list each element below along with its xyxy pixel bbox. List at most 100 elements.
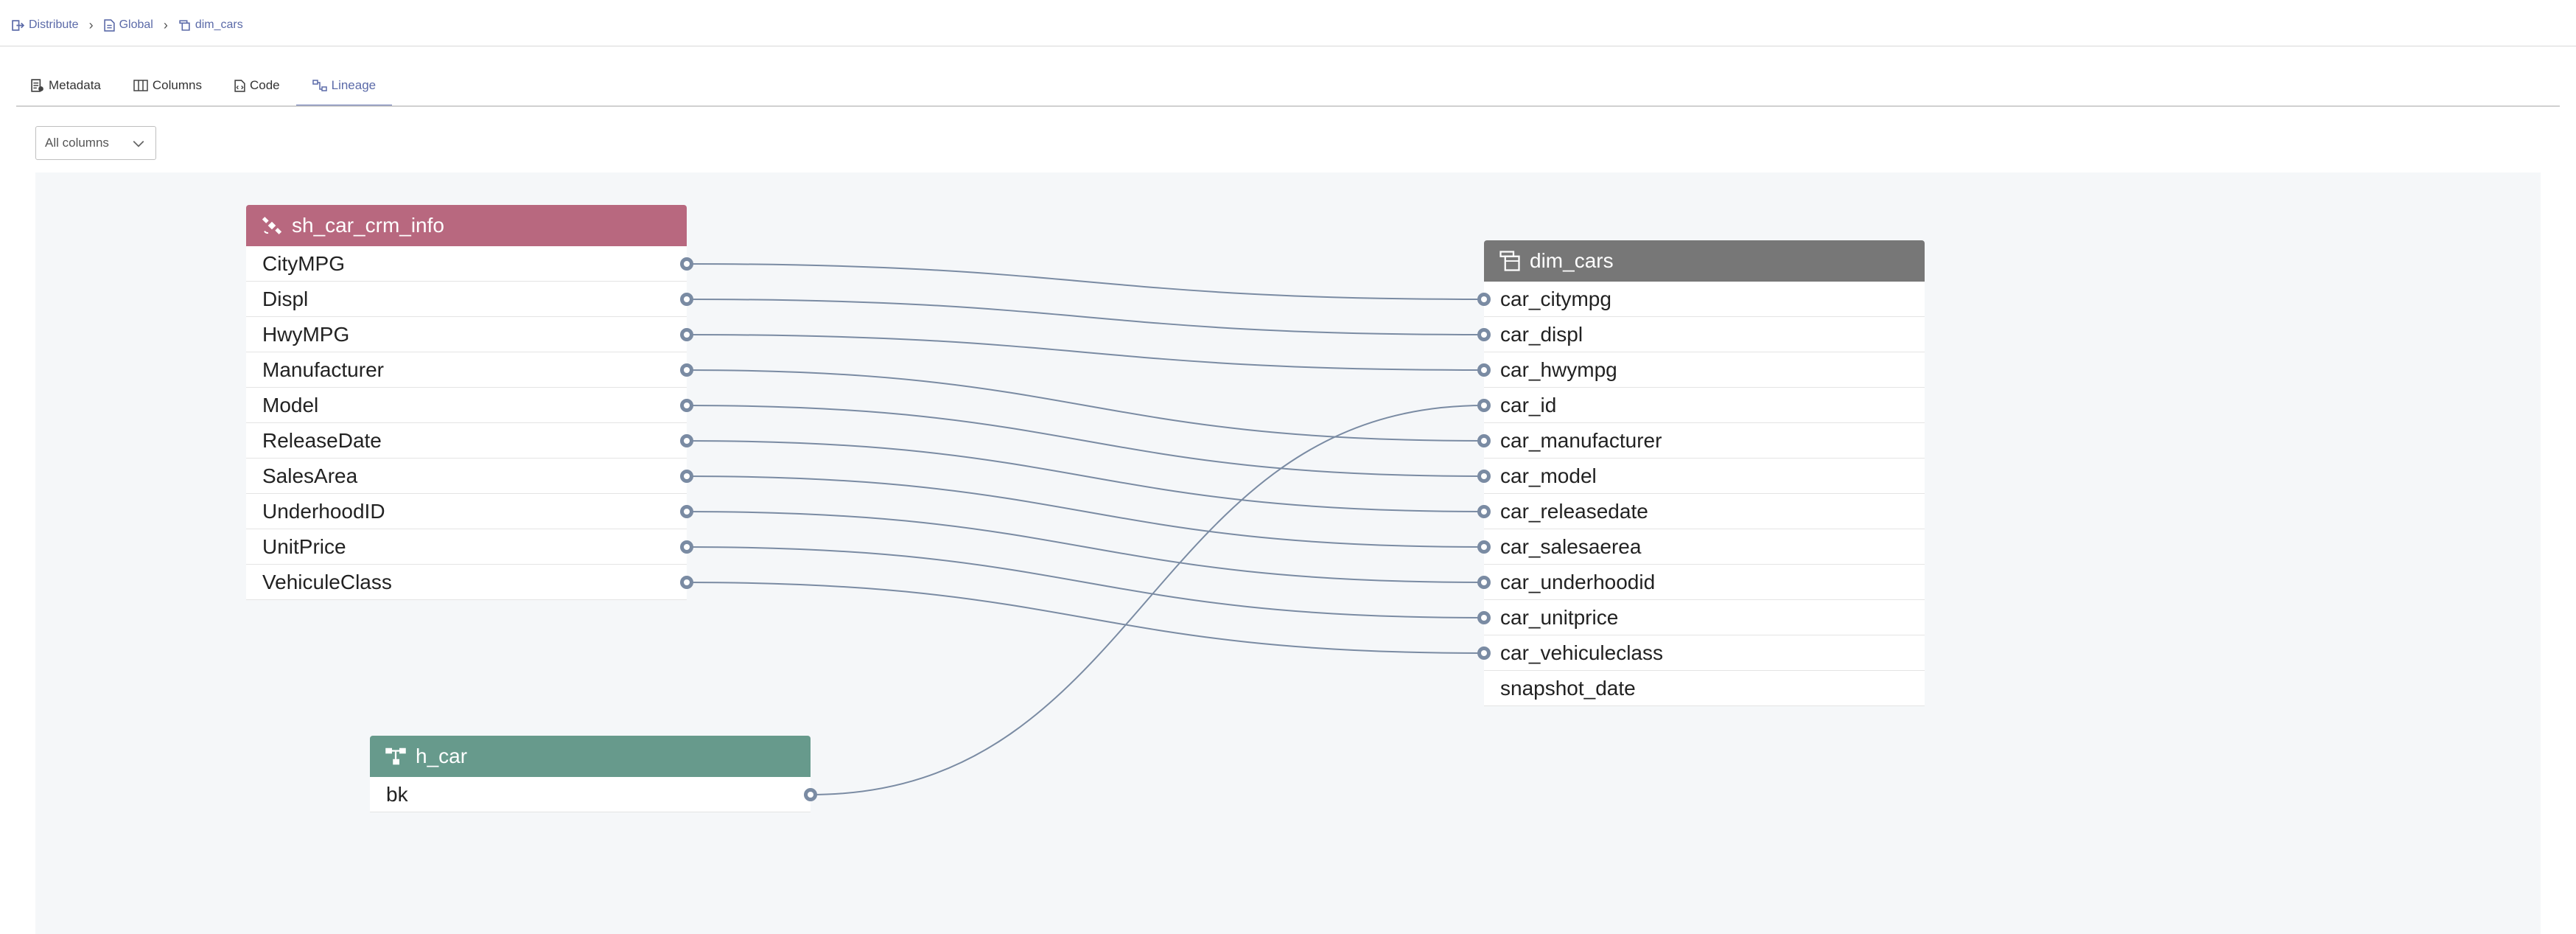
column-row[interactable]: Model xyxy=(246,388,687,423)
column-port[interactable] xyxy=(680,399,693,412)
column-row[interactable]: car_vehiculeclass xyxy=(1484,635,1925,671)
column-filter-select[interactable]: All columns xyxy=(35,126,156,160)
column-name: car_salesaerea xyxy=(1500,534,1642,558)
column-port[interactable] xyxy=(1477,293,1491,306)
tab-lineage[interactable]: Lineage xyxy=(295,66,393,106)
column-name: car_vehiculeclass xyxy=(1500,641,1663,664)
tab-code[interactable]: Code xyxy=(218,66,296,105)
column-row[interactable]: bk xyxy=(370,777,811,812)
column-name: CityMPG xyxy=(262,251,345,275)
tab-columns[interactable]: Columns xyxy=(117,66,218,105)
tab-metadata[interactable]: Metadata xyxy=(15,66,117,105)
column-port[interactable] xyxy=(1477,470,1491,483)
column-port[interactable] xyxy=(680,293,693,306)
node-header[interactable]: h_car xyxy=(370,736,811,777)
lineage-link xyxy=(686,475,1485,548)
column-port[interactable] xyxy=(1477,611,1491,624)
column-name: car_hwympg xyxy=(1500,358,1617,381)
source-node-h-car[interactable]: h_car bk xyxy=(370,736,811,812)
column-name: VehiculeClass xyxy=(262,570,392,593)
column-name: car_citympg xyxy=(1500,287,1611,310)
column-row[interactable]: car_unitprice xyxy=(1484,600,1925,635)
lineage-link xyxy=(686,263,1485,300)
column-row[interactable]: ReleaseDate xyxy=(246,423,687,459)
column-row[interactable]: Displ xyxy=(246,282,687,317)
lineage-link xyxy=(686,546,1485,618)
column-row[interactable]: VehiculeClass xyxy=(246,565,687,600)
column-row[interactable]: car_id xyxy=(1484,388,1925,423)
column-row[interactable]: SalesArea xyxy=(246,459,687,494)
column-port[interactable] xyxy=(1477,434,1491,447)
column-port[interactable] xyxy=(680,470,693,483)
breadcrumb-item-global[interactable]: Global xyxy=(103,18,153,32)
column-row[interactable]: UnderhoodID xyxy=(246,494,687,529)
column-row[interactable]: car_hwympg xyxy=(1484,352,1925,388)
column-row[interactable]: car_salesaerea xyxy=(1484,529,1925,565)
tab-label: Lineage xyxy=(331,78,377,92)
column-row[interactable]: car_citympg xyxy=(1484,282,1925,317)
column-row[interactable]: car_underhoodid xyxy=(1484,565,1925,600)
distribute-icon xyxy=(12,19,24,31)
column-row[interactable]: car_releasedate xyxy=(1484,494,1925,529)
column-name: car_displ xyxy=(1500,322,1583,346)
column-port[interactable] xyxy=(680,576,693,589)
column-row[interactable]: UnitPrice xyxy=(246,529,687,565)
chevron-down-icon xyxy=(133,140,144,147)
column-port[interactable] xyxy=(1477,328,1491,341)
dimension-icon xyxy=(1499,251,1520,271)
breadcrumb-item-distribute[interactable]: Distribute xyxy=(12,18,79,32)
lineage-link xyxy=(686,582,1485,654)
column-port[interactable] xyxy=(1477,399,1491,412)
breadcrumb: Distribute › Global › dim_cars xyxy=(12,16,243,34)
hub-icon xyxy=(385,747,406,765)
column-row[interactable]: car_manufacturer xyxy=(1484,423,1925,459)
lineage-canvas[interactable]: sh_car_crm_info CityMPG Displ HwyMPG Manufa… xyxy=(35,172,2541,934)
column-port[interactable] xyxy=(804,788,817,801)
column-row[interactable]: Manufacturer xyxy=(246,352,687,388)
column-port[interactable] xyxy=(1477,363,1491,377)
column-port[interactable] xyxy=(680,328,693,341)
lineage-link xyxy=(686,405,1485,477)
column-port[interactable] xyxy=(1477,647,1491,660)
breadcrumb-label: Global xyxy=(119,18,153,31)
node-header[interactable]: dim_cars xyxy=(1484,240,1925,282)
column-port[interactable] xyxy=(680,257,693,271)
lineage-link xyxy=(810,405,1485,795)
column-name: ReleaseDate xyxy=(262,428,382,452)
column-name: UnitPrice xyxy=(262,534,346,558)
column-name: Manufacturer xyxy=(262,358,384,381)
table-icon xyxy=(179,19,190,31)
tab-label: Metadata xyxy=(49,78,101,92)
column-port[interactable] xyxy=(1477,540,1491,554)
breadcrumb-separator: › xyxy=(163,17,168,32)
lineage-link xyxy=(686,299,1485,335)
node-header[interactable]: sh_car_crm_info xyxy=(246,205,687,246)
column-port[interactable] xyxy=(680,363,693,377)
column-row[interactable]: HwyMPG xyxy=(246,317,687,352)
column-name: car_manufacturer xyxy=(1500,428,1662,452)
column-row[interactable]: CityMPG xyxy=(246,246,687,282)
source-node-sh-car-crm-info[interactable]: sh_car_crm_info CityMPG Displ HwyMPG Manufa… xyxy=(246,205,687,600)
column-port[interactable] xyxy=(680,505,693,518)
column-port[interactable] xyxy=(680,540,693,554)
column-row[interactable]: snapshot_date xyxy=(1484,671,1925,706)
breadcrumb-label: dim_cars xyxy=(195,18,243,31)
column-name: Displ xyxy=(262,287,309,310)
node-title: dim_cars xyxy=(1530,249,1614,272)
column-row[interactable]: car_model xyxy=(1484,459,1925,494)
lineage-link xyxy=(686,369,1485,442)
column-port[interactable] xyxy=(1477,576,1491,589)
code-icon xyxy=(234,79,245,92)
target-node-dim-cars[interactable]: dim_cars car_citympg car_displ car_hwympgc… xyxy=(1484,240,1925,706)
column-row[interactable]: car_displ xyxy=(1484,317,1925,352)
lineage-icon xyxy=(312,80,327,91)
lineage-link xyxy=(686,334,1485,371)
tab-bar: Metadata Columns Code Lineage xyxy=(15,66,393,106)
breadcrumb-item-dim-cars[interactable]: dim_cars xyxy=(178,18,243,32)
tab-label: Columns xyxy=(152,78,202,92)
column-name: HwyMPG xyxy=(262,322,350,346)
column-port[interactable] xyxy=(680,434,693,447)
column-port[interactable] xyxy=(1477,505,1491,518)
tab-label: Code xyxy=(249,78,280,92)
columns-icon xyxy=(133,80,148,91)
